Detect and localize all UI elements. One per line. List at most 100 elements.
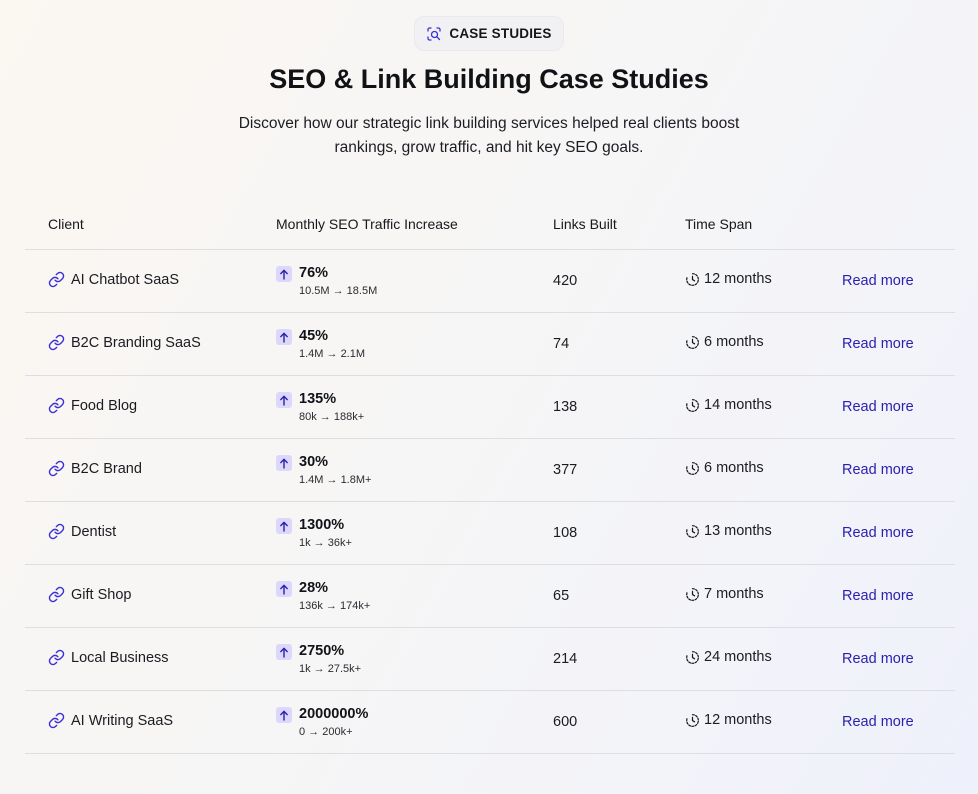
links-built: 74 [553,336,570,352]
traffic-percent: 1300% [299,517,345,533]
client-name: B2C Brand [71,460,142,477]
links-built: 420 [553,273,578,289]
link-icon [48,523,65,540]
traffic-range: 136k → 174k+ [299,600,371,612]
traffic-cell: 30% 1.4M → 1.8M+ [276,454,371,487]
timespan-value: 6 months [704,334,764,350]
header-timespan: Time Span [685,216,753,232]
traffic-range: 10.5M → 18.5M [299,285,378,297]
timespan-value: 24 months [704,649,772,665]
timespan-cell: 13 months [685,523,772,539]
search-document-icon [426,26,442,42]
arrow-up-icon [276,392,292,408]
client-cell[interactable]: AI Chatbot SaaS [48,271,179,288]
traffic-range: 1k → 27.5k+ [299,663,362,675]
traffic-cell: 28% 136k → 174k+ [276,580,370,613]
client-cell[interactable]: B2C Brand [48,460,142,477]
traffic-percent: 2750% [299,643,345,659]
page-subtitle: Discover how our strategic link building… [200,112,778,160]
links-built: 65 [553,588,570,604]
timespan-value: 13 months [704,523,772,539]
traffic-range: 1k → 36k+ [299,537,352,549]
badge-label: CASE STUDIES [449,26,552,41]
read-more-link[interactable]: Read more [842,273,914,289]
arrow-up-icon [276,329,292,345]
traffic-cell: 45% 1.4M → 2.1M [276,328,365,361]
traffic-cell: 2750% 1k → 27.5k+ [276,643,361,676]
table-row: B2C Branding SaaS 45% 1.4M → 2.1M 74 6 m… [25,313,955,376]
arrow-up-icon [276,518,292,534]
client-name: Gift Shop [71,586,132,603]
arrow-up-icon [276,266,292,282]
client-name: Food Blog [71,397,138,414]
traffic-percent: 76% [299,265,329,281]
read-more-link[interactable]: Read more [842,525,914,541]
header-client: Client [48,216,84,232]
client-cell[interactable]: Gift Shop [48,586,131,603]
traffic-cell: 1300% 1k → 36k+ [276,517,352,550]
table-row: B2C Brand 30% 1.4M → 1.8M+ 377 6 months … [25,439,955,502]
table-row: AI Chatbot SaaS 76% 10.5M → 18.5M 420 12… [25,250,955,313]
table-row: Food Blog 135% 80k → 188k+ 138 14 months… [25,376,955,439]
links-built: 600 [553,714,578,730]
traffic-range: 1.4M → 1.8M+ [299,474,372,486]
timespan-cell: 24 months [685,649,772,665]
traffic-percent: 45% [299,328,329,344]
clock-icon [685,524,700,539]
traffic-cell: 2000000% 0 → 200k+ [276,706,368,739]
client-name: Local Business [71,649,169,666]
link-icon [48,586,65,603]
client-name: B2C Branding SaaS [71,334,201,351]
timespan-value: 7 months [704,586,764,602]
timespan-cell: 14 months [685,397,772,413]
page-title: SEO & Link Building Case Studies [269,64,709,94]
timespan-cell: 6 months [685,334,764,350]
timespan-value: 14 months [704,397,772,413]
link-icon [48,271,65,288]
client-cell[interactable]: Local Business [48,649,169,666]
header-links: Links Built [553,216,617,232]
client-cell[interactable]: AI Writing SaaS [48,712,173,729]
links-built: 377 [553,462,578,478]
table-row: Local Business 2750% 1k → 27.5k+ 214 24 … [25,628,955,691]
client-name: AI Writing SaaS [71,712,174,729]
timespan-value: 12 months [704,712,772,728]
case-studies-badge: CASE STUDIES [414,16,564,51]
table-header: Client Monthly SEO Traffic Increase Link… [25,200,955,250]
read-more-link[interactable]: Read more [842,714,914,730]
client-cell[interactable]: Food Blog [48,397,137,414]
traffic-cell: 135% 80k → 188k+ [276,391,364,424]
link-icon [48,460,65,477]
traffic-range: 0 → 200k+ [299,726,353,738]
clock-icon [685,650,700,665]
links-built: 108 [553,525,578,541]
arrow-up-icon [276,455,292,471]
traffic-range: 1.4M → 2.1M [299,348,366,360]
link-icon [48,712,65,729]
table-row: AI Writing SaaS 2000000% 0 → 200k+ 600 1… [25,691,955,754]
client-cell[interactable]: Dentist [48,523,116,540]
traffic-cell: 76% 10.5M → 18.5M [276,265,377,298]
client-name: AI Chatbot SaaS [71,271,180,288]
read-more-link[interactable]: Read more [842,651,914,667]
header-traffic: Monthly SEO Traffic Increase [276,216,458,232]
arrow-up-icon [276,644,292,660]
read-more-link[interactable]: Read more [842,462,914,478]
client-cell[interactable]: B2C Branding SaaS [48,334,201,351]
link-icon [48,334,65,351]
traffic-percent: 2000000% [299,706,369,722]
links-built: 214 [553,651,578,667]
read-more-link[interactable]: Read more [842,399,914,415]
clock-icon [685,335,700,350]
case-studies-table: Client Monthly SEO Traffic Increase Link… [25,200,955,754]
clock-icon [685,272,700,287]
link-icon [48,649,65,666]
read-more-link[interactable]: Read more [842,588,914,604]
subtitle-line-2: rankings, grow traffic, and hit key SEO … [334,139,644,156]
read-more-link[interactable]: Read more [842,336,914,352]
timespan-cell: 12 months [685,712,772,728]
clock-icon [685,713,700,728]
clock-icon [685,398,700,413]
arrow-up-icon [276,707,292,723]
traffic-range: 80k → 188k+ [299,411,365,423]
